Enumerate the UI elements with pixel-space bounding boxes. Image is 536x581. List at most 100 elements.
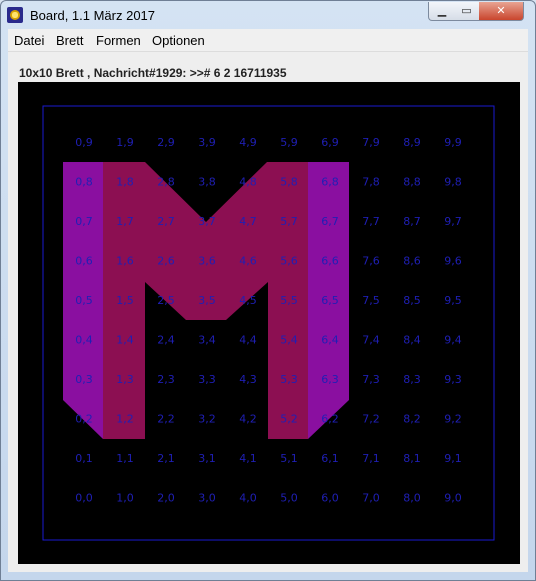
cell-label: 7,1 [362,452,380,465]
cell-label: 1,3 [116,373,134,386]
cell-label: 7,4 [362,334,380,347]
cell-label: 7,2 [362,413,380,426]
cell-label: 8,6 [403,255,421,268]
cell-label: 6,7 [321,215,339,228]
cell-label: 2,6 [157,255,175,268]
cell-label: 2,2 [157,413,175,426]
cell-label: 6,4 [321,334,339,347]
window-title: Board, 1.1 März 2017 [30,8,156,23]
cell-label: 8,9 [403,136,421,149]
cell-label: 0,6 [75,255,93,268]
cell-label: 5,3 [280,373,298,386]
menu-brett[interactable]: Brett [56,33,83,48]
cell-label: 8,2 [403,413,421,426]
cell-label: 2,9 [157,136,175,149]
cell-label: 1,9 [116,136,134,149]
maximize-button[interactable]: ▭ [454,2,480,21]
cell-label: 1,4 [116,334,134,347]
cell-label: 5,0 [280,492,298,505]
cell-label: 6,8 [321,176,339,189]
cell-label: 2,7 [157,215,175,228]
cell-label: 5,8 [280,176,298,189]
cell-label: 3,3 [198,373,216,386]
cell-label: 3,5 [198,294,216,307]
cell-label: 4,7 [239,215,257,228]
cell-label: 9,2 [444,413,462,426]
cell-label: 6,0 [321,492,339,505]
cell-label: 9,5 [444,294,462,307]
cell-label: 0,0 [75,492,93,505]
menu-formen[interactable]: Formen [96,33,141,48]
cell-label: 3,2 [198,413,216,426]
cell-label: 2,3 [157,373,175,386]
cell-label: 8,3 [403,373,421,386]
minimize-button[interactable]: ▁ [428,2,456,21]
cell-label: 8,0 [403,492,421,505]
cell-label: 1,1 [116,452,134,465]
cell-label: 4,4 [239,334,257,347]
cell-label: 4,2 [239,413,257,426]
cell-label: 5,9 [280,136,298,149]
cell-label: 8,5 [403,294,421,307]
title-bar[interactable]: Board, 1.1 März 2017 ▁ ▭ ✕ [1,1,535,29]
cell-label: 4,6 [239,255,257,268]
menu-datei[interactable]: Datei [14,33,44,48]
cell-label: 5,7 [280,215,298,228]
cell-label: 6,6 [321,255,339,268]
menu-optionen[interactable]: Optionen [152,33,205,48]
cell-label: 5,6 [280,255,298,268]
cell-label: 3,9 [198,136,216,149]
cell-label: 9,9 [444,136,462,149]
cell-label: 1,6 [116,255,134,268]
cell-label: 1,7 [116,215,134,228]
cell-label: 0,2 [75,413,93,426]
cell-label: 1,0 [116,492,134,505]
cell-label: 5,1 [280,452,298,465]
cell-label: 8,1 [403,452,421,465]
cell-label: 3,7 [198,215,216,228]
cell-label: 9,1 [444,452,462,465]
cell-label: 0,5 [75,294,93,307]
board-canvas[interactable]: 0,9 1,9 2,9 3,9 4,9 5,9 6,9 7,9 8,9 9,9 0,8 1,8 2,8 3… [18,82,520,564]
cell-label: 0,8 [75,176,93,189]
cell-label: 9,6 [444,255,462,268]
cell-label: 4,5 [239,294,257,307]
cell-label: 5,5 [280,294,298,307]
menu-bar: Datei Brett Formen Optionen [8,29,528,52]
cell-label: 9,7 [444,215,462,228]
cell-label: 7,9 [362,136,380,149]
cell-label: 7,0 [362,492,380,505]
app-icon[interactable] [7,7,23,23]
cell-label: 8,7 [403,215,421,228]
cell-label: 1,5 [116,294,134,307]
cell-label: 9,0 [444,492,462,505]
cell-label: 1,2 [116,413,134,426]
cell-label: 0,3 [75,373,93,386]
cell-label: 9,3 [444,373,462,386]
cell-label: 4,3 [239,373,257,386]
cell-label: 6,3 [321,373,339,386]
cell-label: 6,9 [321,136,339,149]
cell-label: 2,5 [157,294,175,307]
cell-label: 0,7 [75,215,93,228]
status-message: 10x10 Brett , Nachricht#1929: >># 6 2 16… [19,66,287,80]
cell-label: 7,8 [362,176,380,189]
cell-label: 7,7 [362,215,380,228]
close-button[interactable]: ✕ [479,2,524,21]
cell-label: 4,9 [239,136,257,149]
cell-label: 3,6 [198,255,216,268]
game-board[interactable]: 0,9 1,9 2,9 3,9 4,9 5,9 6,9 7,9 8,9 9,9 0,8 1,8 2,8 3… [18,82,520,564]
cell-label: 1,8 [116,176,134,189]
cell-label: 4,1 [239,452,257,465]
cell-label: 0,1 [75,452,93,465]
app-window: Board, 1.1 März 2017 ▁ ▭ ✕ Datei Brett F… [0,0,536,581]
cell-label: 5,4 [280,334,298,347]
cell-label: 6,2 [321,413,339,426]
cell-label: 3,1 [198,452,216,465]
cell-label: 8,4 [403,334,421,347]
cell-label: 9,8 [444,176,462,189]
cell-label: 3,0 [198,492,216,505]
cell-label: 4,0 [239,492,257,505]
cell-label: 9,4 [444,334,462,347]
cell-label: 2,1 [157,452,175,465]
